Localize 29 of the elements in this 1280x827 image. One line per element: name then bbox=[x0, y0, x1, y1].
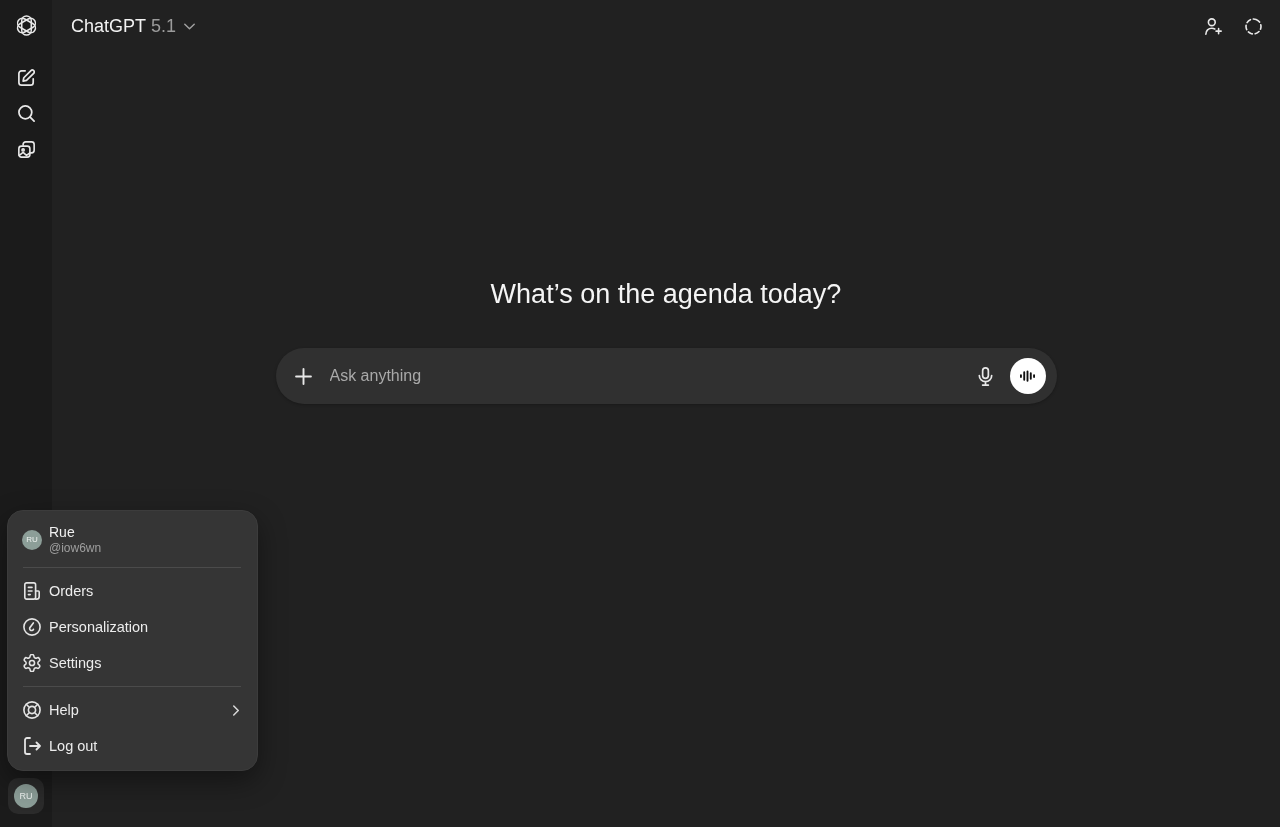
lifebuoy-icon bbox=[23, 701, 41, 719]
avatar: RU bbox=[14, 784, 38, 808]
chevron-down-icon bbox=[184, 22, 196, 30]
menu-item[interactable]: Settings bbox=[14, 645, 251, 681]
voice-button[interactable] bbox=[1009, 358, 1046, 394]
plus-icon[interactable] bbox=[295, 366, 312, 386]
microphone-icon[interactable] bbox=[977, 366, 994, 386]
avatar: RU bbox=[22, 529, 42, 550]
add-person-icon[interactable] bbox=[1204, 17, 1222, 35]
receipt-icon bbox=[23, 582, 41, 600]
search-icon[interactable] bbox=[17, 104, 35, 122]
user-name: Rue bbox=[49, 523, 76, 541]
swirl-circle-icon bbox=[23, 618, 41, 636]
user-handle: @iow6wn bbox=[49, 540, 102, 556]
waveform-icon bbox=[1020, 370, 1035, 382]
pencil-square-icon[interactable] bbox=[17, 68, 35, 86]
images-icon[interactable] bbox=[17, 140, 35, 158]
knot-logo-icon[interactable] bbox=[15, 14, 37, 36]
settings-icon bbox=[23, 654, 41, 672]
menu-item[interactable]: Personalization bbox=[14, 609, 251, 645]
model-selector[interactable]: ChatGPT 5.1 bbox=[61, 9, 206, 43]
menu-item[interactable]: Log out bbox=[14, 728, 251, 764]
menu-item[interactable]: Orders bbox=[14, 573, 251, 609]
message-input[interactable]: Ask anything bbox=[321, 356, 962, 396]
heading: What’s on the agenda today? bbox=[490, 278, 842, 311]
dashed-circle-icon[interactable] bbox=[1244, 17, 1262, 35]
logout-icon bbox=[23, 737, 41, 755]
composer[interactable]: Ask anything bbox=[275, 348, 1057, 404]
menu-item[interactable]: Help bbox=[14, 692, 251, 728]
